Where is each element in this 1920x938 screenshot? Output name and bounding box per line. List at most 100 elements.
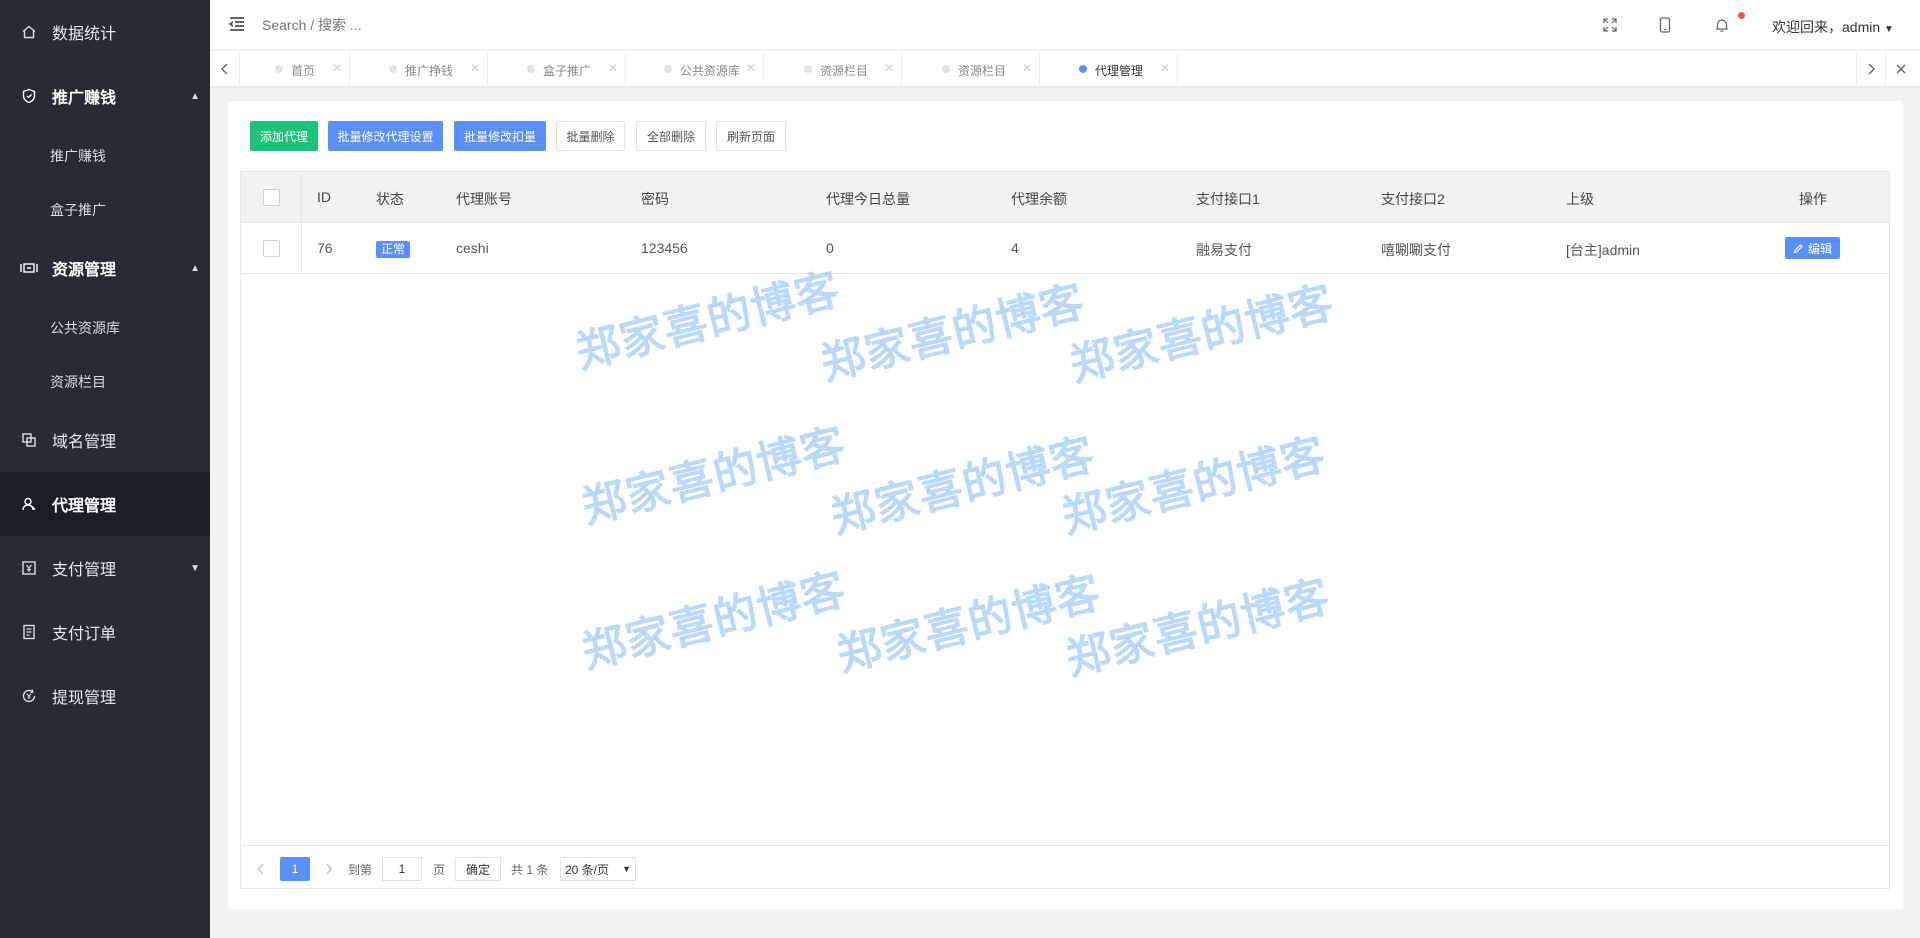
tab-label: 资源栏目 [958, 64, 1007, 78]
sidebar: 数据统计 推广赚钱 ▲ 推广赚钱 盒子推广 资源管理 ▲ 公共资源库 资源栏目 … [0, 0, 210, 938]
tab-resource-column-1[interactable]: 资源栏目 ✕ [764, 51, 902, 87]
col-header-account: 代理账号 [456, 191, 512, 207]
cell-balance: 4 [1011, 240, 1019, 256]
tab-label: 公共资源库 [680, 64, 741, 78]
col-header-today-total: 代理今日总量 [826, 191, 910, 207]
search-input[interactable] [262, 12, 582, 38]
bell-icon[interactable] [1712, 15, 1732, 35]
payment-icon [20, 559, 38, 577]
sidebar-subitem-promote[interactable]: 推广赚钱 [0, 146, 210, 166]
sidebar-item-payment[interactable]: 支付管理 ▼ [0, 536, 210, 600]
parent-link[interactable]: [台主]admin [1566, 240, 1640, 260]
sidebar-subitem-public-library[interactable]: 公共资源库 [0, 318, 210, 338]
close-icon[interactable]: ✕ [1022, 61, 1032, 75]
tab-bar: 首页 ✕ 推广挣钱 ✕ 盒子推广 ✕ 公共资源库 ✕ 资源栏目 ✕ 资源栏目 ✕… [210, 51, 1920, 87]
sidebar-subitem-resource-column[interactable]: 资源栏目 [0, 372, 210, 392]
sidebar-item-domains[interactable]: 域名管理 [0, 408, 210, 472]
fullscreen-icon[interactable] [1600, 15, 1620, 35]
sidebar-item-label: 资源管理 [52, 262, 117, 279]
cell-pay1: 融易支付 [1196, 242, 1252, 258]
withdraw-icon [20, 687, 38, 705]
tab-scroll-right-icon[interactable] [1856, 51, 1886, 87]
close-all-tabs-icon[interactable] [1886, 51, 1916, 87]
close-icon[interactable]: ✕ [1160, 61, 1170, 75]
sidebar-item-label: 推广赚钱 [52, 90, 117, 107]
tab-dot [527, 65, 535, 73]
batch-edit-deduct-button[interactable]: 批量修改扣量 [454, 121, 546, 151]
tab-label: 推广挣钱 [405, 64, 454, 78]
tab-label: 首页 [291, 64, 316, 78]
tab-label: 代理管理 [1095, 64, 1144, 78]
sidebar-item-label: 支付管理 [52, 562, 117, 579]
caret-up-icon: ▲ [190, 90, 200, 102]
sidebar-item-label: 提现管理 [52, 690, 117, 707]
page-size-select[interactable]: 20 条/页 ▼ [560, 857, 636, 881]
refresh-page-button[interactable]: 刷新页面 [716, 121, 786, 151]
select-all-checkbox[interactable] [263, 189, 280, 206]
mobile-icon[interactable] [1655, 15, 1675, 35]
tab-label: 资源栏目 [820, 64, 869, 78]
caret-up-icon: ▲ [190, 262, 200, 274]
tab-dot [275, 65, 283, 73]
goto-label: 到第 [348, 862, 373, 877]
sidebar-subitem-label: 盒子推广 [50, 202, 106, 218]
tab-dot [664, 65, 672, 73]
add-agent-button[interactable]: 添加代理 [250, 121, 318, 151]
top-header: 欢迎回来，admin ▼ [210, 0, 1920, 50]
welcome-text: 欢迎回来，admin [1772, 19, 1881, 35]
sidebar-subitem-label: 推广赚钱 [50, 148, 106, 164]
sidebar-item-agents[interactable]: 代理管理 [0, 472, 210, 536]
col-header-status: 状态 [376, 191, 404, 207]
sidebar-subitem-box-promote[interactable]: 盒子推广 [0, 200, 210, 220]
goto-confirm-button[interactable]: 确定 [455, 857, 501, 881]
sidebar-item-stats[interactable]: 数据统计 [0, 0, 210, 64]
sidebar-subitem-label: 公共资源库 [50, 320, 120, 336]
close-icon[interactable]: ✕ [608, 61, 618, 75]
order-icon [20, 623, 38, 641]
tab-agent-management[interactable]: 代理管理 ✕ [1040, 51, 1178, 87]
next-page-icon[interactable] [319, 857, 339, 881]
col-header-pay2: 支付接口2 [1381, 191, 1445, 207]
page-number-current[interactable]: 1 [280, 857, 310, 881]
status-badge: 正常 [376, 241, 411, 258]
row-checkbox[interactable] [263, 240, 280, 257]
home-icon [20, 23, 38, 41]
notification-dot [1738, 12, 1745, 19]
close-icon[interactable]: ✕ [746, 61, 756, 75]
tab-box-promote[interactable]: 盒子推广 ✕ [488, 51, 626, 87]
resource-icon [20, 259, 38, 277]
edit-label: 编辑 [1807, 241, 1832, 256]
shield-icon [20, 87, 38, 105]
sidebar-item-promote[interactable]: 推广赚钱 ▲ [0, 64, 210, 128]
sidebar-item-orders[interactable]: 支付订单 [0, 600, 210, 664]
col-header-password: 密码 [641, 191, 669, 207]
close-icon[interactable]: ✕ [884, 61, 894, 75]
sidebar-item-resources[interactable]: 资源管理 ▲ [0, 236, 210, 300]
close-icon[interactable]: ✕ [332, 61, 342, 75]
batch-delete-button[interactable]: 批量删除 [556, 121, 625, 151]
close-icon[interactable]: ✕ [470, 61, 480, 75]
edit-button[interactable]: 编辑 [1785, 237, 1840, 259]
col-header-balance: 代理余额 [1011, 191, 1067, 207]
domain-icon [20, 431, 38, 449]
tab-public-library[interactable]: 公共资源库 ✕ [626, 51, 764, 87]
menu-collapse-icon[interactable] [228, 15, 248, 35]
tab-resource-column-2[interactable]: 资源栏目 ✕ [902, 51, 1040, 87]
tab-home[interactable]: 首页 ✕ [240, 51, 350, 87]
tab-scroll-left-icon[interactable] [210, 51, 240, 87]
prev-page-icon[interactable] [251, 857, 271, 881]
cell-password: 123456 [641, 240, 688, 256]
sidebar-item-withdraw[interactable]: 提现管理 [0, 664, 210, 728]
user-menu[interactable]: 欢迎回来，admin ▼ [1772, 17, 1894, 37]
cell-today-total: 0 [826, 240, 834, 256]
table-header: ID 状态 代理账号 密码 代理今日总量 代理余额 支付接口1 支付接口2 上级… [241, 172, 1889, 223]
tab-dot [1079, 65, 1087, 73]
col-header-pay1: 支付接口1 [1196, 191, 1260, 207]
goto-page-input[interactable] [382, 857, 422, 881]
total-count: 共 1 条 [511, 862, 549, 877]
batch-edit-settings-button[interactable]: 批量修改代理设置 [328, 121, 443, 151]
delete-all-button[interactable]: 全部删除 [636, 121, 706, 151]
col-header-action: 操作 [1799, 191, 1827, 207]
user-icon [20, 495, 38, 513]
tab-promote[interactable]: 推广挣钱 ✕ [350, 51, 488, 87]
